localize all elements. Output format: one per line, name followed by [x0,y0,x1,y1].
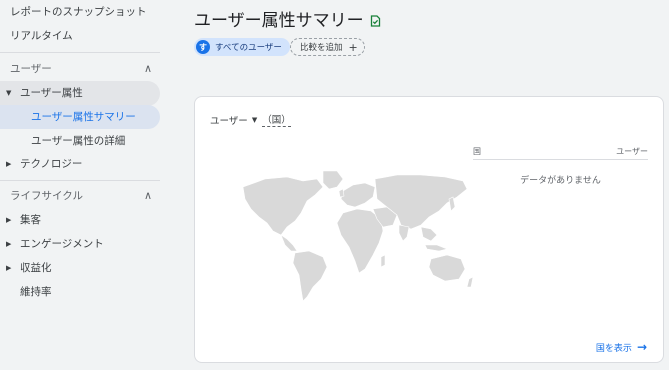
map-japan [448,196,456,212]
table-header: 国 ユーザー [473,144,648,160]
country-users-card: ユーザー ▼ （国） 国 ユーザー データがありません 国を表示 → [194,96,664,363]
nav-attributes-detail[interactable]: ユーザー属性の詳細 [31,129,125,153]
caret-right-icon: ▶ [6,240,12,248]
view-countries-link[interactable]: 国を表示 → [596,340,647,354]
arrow-right-icon: → [636,340,647,354]
view-countries-label: 国を表示 [595,343,632,354]
chevron-up-icon: ∧ [143,189,152,202]
dimension-label[interactable]: （国） [262,112,291,127]
section-lifecycle[interactable]: ライフサイクル ∧ [0,184,160,208]
map-europe [340,182,376,208]
nav-acquisition[interactable]: ▶ 集客 [0,208,160,232]
nav-retention[interactable]: 維持率 [20,280,52,304]
map-indonesia [424,244,448,252]
segment-avatar: す [196,40,210,54]
caret-right-icon: ▶ [6,160,12,168]
section-users[interactable]: ユーザー ∧ [0,57,160,81]
nav-monetization[interactable]: ▶ 収益化 [0,256,160,280]
segment-label: すべてのユーザー [215,43,282,53]
nav-attributes-summary[interactable]: ユーザー属性サマリー [31,105,136,129]
add-comparison-button[interactable]: 比較を追加 + [290,38,365,56]
caret-right-icon: ▶ [6,264,12,272]
main-content: ユーザー属性サマリー す すべてのユーザー 比較を追加 + ユーザー ▼ （国） [168,0,669,370]
caret-down-icon: ▼ [6,89,12,97]
map-madagascar [380,254,386,268]
map-new-zealand [466,276,474,288]
nav-engagement[interactable]: ▶ エンゲージメント [0,232,160,256]
segment-chip[interactable]: す すべてのユーザー [194,38,290,56]
column-header-country: 国 [473,147,481,156]
divider [0,52,160,53]
nav-group-attributes[interactable]: ▼ ユーザー属性 [0,81,160,105]
caret-right-icon: ▶ [6,216,12,224]
nav-technology[interactable]: ▶ テクノロジー [0,152,160,176]
map-greenland [322,170,344,190]
chevron-up-icon: ∧ [143,62,152,75]
empty-state-message: データがありません [520,176,601,186]
map-africa [336,208,384,274]
page-title: ユーザー属性サマリー [194,10,364,31]
map-southeast-asia [420,226,438,242]
world-map[interactable] [225,169,475,304]
doc-check-icon[interactable] [370,12,381,27]
map-india [398,224,410,242]
add-comparison-label: 比較を追加 [300,43,343,53]
divider [0,180,160,181]
metric-selector[interactable]: ユーザー ▼ （国） [210,112,291,127]
nav-report-snapshot[interactable]: レポートのスナップショット [10,0,147,24]
map-south-america [292,250,328,302]
map-uk [338,188,345,198]
nav-realtime[interactable]: リアルタイム [10,24,73,48]
metric-label: ユーザー [210,115,248,127]
map-australia [428,254,466,282]
plus-icon: + [348,40,358,54]
dropdown-icon: ▼ [251,115,258,124]
title-row: ユーザー属性サマリー [194,8,381,31]
map-central-america [280,234,298,252]
map-north-america [242,176,324,236]
section-lifecycle-label: ライフサイクル [10,190,83,202]
sidebar: レポートのスナップショット リアルタイム ユーザー ∧ ▼ ユーザー属性 ユーザ… [0,0,168,370]
section-users-label: ユーザー [10,63,52,75]
column-header-users: ユーザー [616,147,648,156]
